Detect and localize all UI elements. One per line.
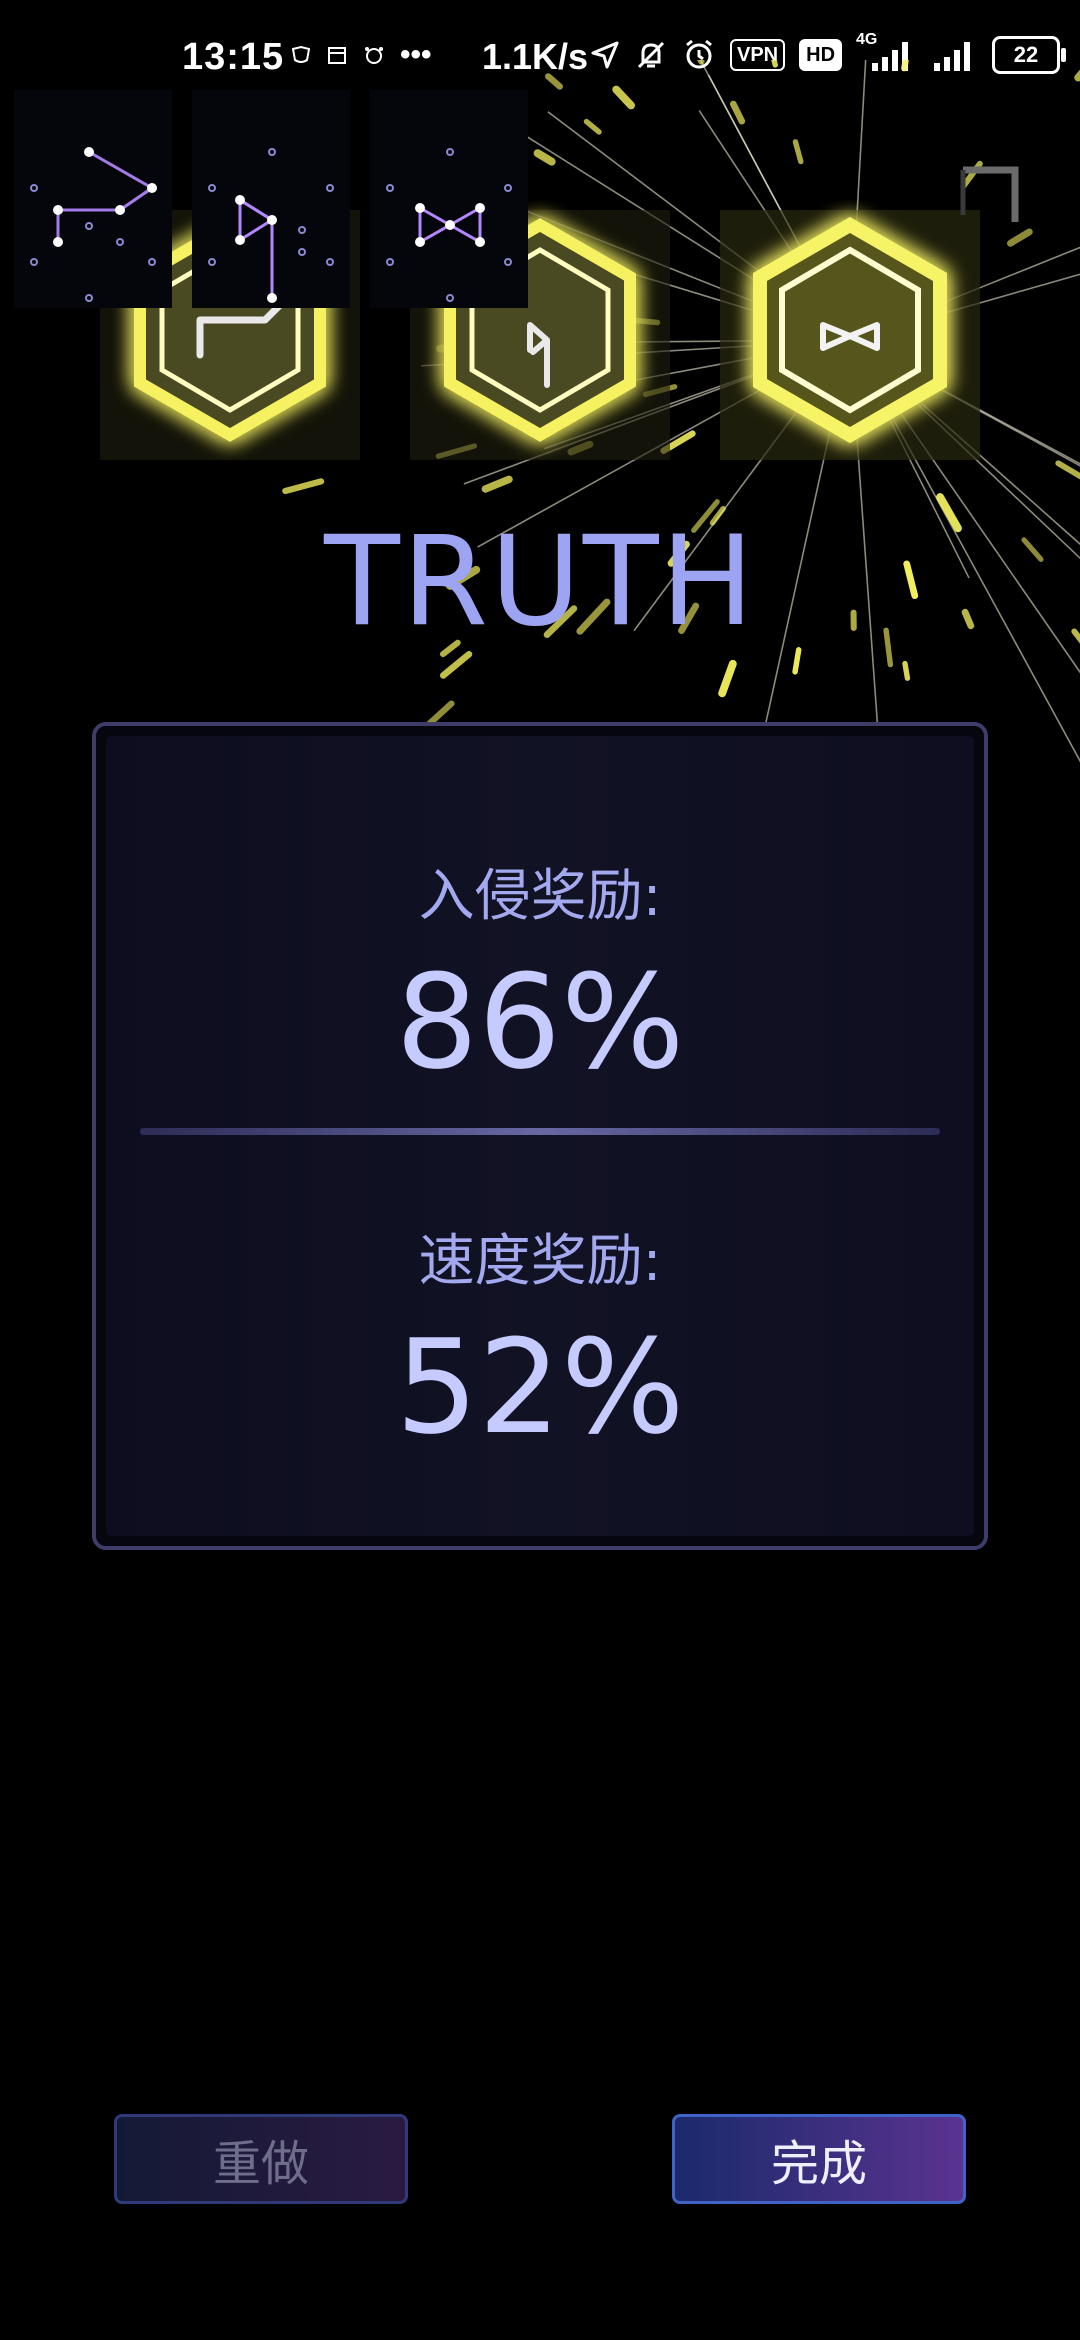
glyph-pattern-3 (370, 90, 528, 308)
redo-button[interactable]: 重做 (114, 2114, 408, 2204)
glyph-pattern-2 (192, 90, 350, 308)
spark (481, 475, 513, 493)
spark (696, 60, 705, 65)
spark (718, 659, 737, 698)
done-button[interactable]: 完成 (672, 2114, 966, 2204)
spark (1006, 228, 1033, 247)
spark (533, 149, 556, 166)
invasion-bonus-value: 86% (395, 946, 685, 1098)
speed-bonus-label: 速度奖励: (418, 1229, 662, 1294)
spark (902, 660, 911, 681)
spark (792, 139, 804, 165)
spark (1055, 460, 1080, 480)
spark (545, 73, 563, 90)
spark (901, 60, 910, 72)
spark (730, 100, 746, 125)
app-screen: 13:15 ••• 1.1K/s VPN HD 4G 22 TRUTH 入侵奖励… (0, 0, 1080, 2340)
spark (612, 85, 636, 110)
spark (771, 60, 778, 68)
spark (282, 478, 325, 495)
bonus-card: 入侵奖励: 86% 速度奖励: 52% (92, 722, 988, 1550)
glyph-pattern-1 (14, 90, 172, 308)
invasion-bonus-label: 入侵奖励: (418, 864, 662, 929)
spark (439, 650, 473, 679)
divider (140, 1128, 940, 1135)
bonus-card-inner: 入侵奖励: 86% 速度奖励: 52% (106, 736, 974, 1536)
corner-bracket-icon (960, 166, 1019, 222)
result-title: TRUTH (324, 510, 756, 654)
speed-bonus-value: 52% (395, 1311, 685, 1463)
hex-badge-3 (720, 210, 980, 460)
spark (583, 118, 602, 135)
